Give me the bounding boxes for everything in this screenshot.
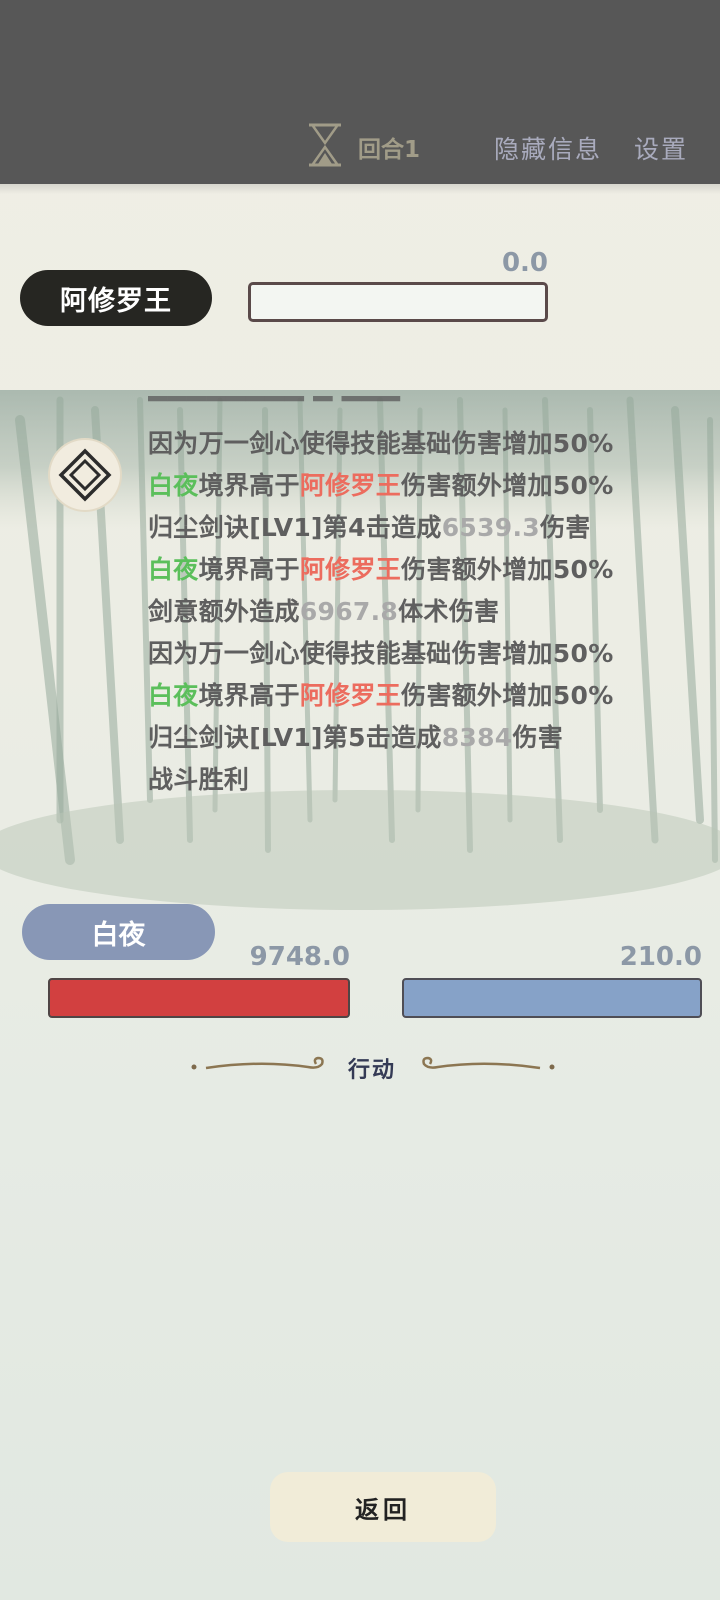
log-text: 白夜 xyxy=(148,471,199,500)
log-text: 伤害额外增加50% xyxy=(401,555,614,584)
log-line: 白夜境界高于阿修罗王伤害额外增加50% xyxy=(148,466,614,508)
player-name-tag: 白夜 xyxy=(22,904,215,960)
diamond-skill-icon[interactable] xyxy=(50,440,120,510)
log-text: 伤害 xyxy=(512,723,564,752)
log-text: 境界高于 xyxy=(198,555,300,584)
log-line: 战斗胜利 xyxy=(148,760,249,802)
log-line: 白夜境界高于阿修罗王伤害额外增加50% xyxy=(148,676,614,718)
log-text: 8384 xyxy=(441,723,513,752)
battle-log: ▇▇▇▇▇▇▇▇ ▇ ▇▇▇ 因为万一剑心使得技能基础伤害增加50% 白夜境界高… xyxy=(148,396,708,802)
log-text: 因为万一剑心使得技能基础伤害增加50% xyxy=(148,639,614,668)
log-text: 归尘剑诀[LV1]第5击造成 xyxy=(148,723,442,752)
hide-info-button[interactable]: 隐藏信息 xyxy=(494,130,602,166)
hp-value: 9748.0 xyxy=(249,942,350,972)
log-text: 伤害额外增加50% xyxy=(401,471,614,500)
log-line: 因为万一剑心使得技能基础伤害增加50% xyxy=(148,424,614,466)
topbar-shadow xyxy=(0,184,720,194)
log-line-clipped: ▇▇▇▇▇▇▇▇ ▇ ▇▇▇ xyxy=(148,396,400,414)
enemy-bar xyxy=(248,282,548,322)
mp-value: 210.0 xyxy=(619,942,702,972)
hp-bar xyxy=(48,978,350,1018)
log-text: 阿修罗王 xyxy=(299,681,402,710)
hourglass-icon xyxy=(309,123,341,167)
log-line: 因为万一剑心使得技能基础伤害增加50% xyxy=(148,634,614,676)
log-text: 阿修罗王 xyxy=(299,471,402,500)
log-text: 境界高于 xyxy=(198,681,300,710)
log-text: 体术伤害 xyxy=(398,597,500,626)
back-button[interactable]: 返回 xyxy=(270,1472,496,1542)
log-text: 白夜 xyxy=(148,681,199,710)
log-line: 白夜境界高于阿修罗王伤害额外增加50% xyxy=(148,550,614,592)
log-text: 伤害 xyxy=(539,513,591,542)
mp-bar xyxy=(402,978,702,1018)
log-line: 剑意额外造成6967.8体术伤害 xyxy=(148,592,499,634)
round-label: 回合1 xyxy=(358,137,421,163)
log-text: 剑意额外造成 xyxy=(148,597,300,626)
top-bar: 回合1 隐藏信息 设置 xyxy=(0,0,720,184)
action-label: 行动 xyxy=(347,1057,396,1083)
log-text: 阿修罗王 xyxy=(299,555,402,584)
log-text: 6539.3 xyxy=(441,513,540,542)
log-text: 战斗胜利 xyxy=(148,765,250,794)
log-text: 6967.8 xyxy=(299,597,399,626)
log-text: 因为万一剑心使得技能基础伤害增加50% xyxy=(148,429,614,458)
log-text: 白夜 xyxy=(148,555,199,584)
log-line: 归尘剑诀[LV1]第5击造成8384伤害 xyxy=(148,718,563,760)
log-text: 境界高于 xyxy=(198,471,300,500)
settings-button[interactable]: 设置 xyxy=(634,130,688,166)
log-text: 归尘剑诀[LV1]第4击造成 xyxy=(148,513,442,542)
enemy-name-tag: 阿修罗王 xyxy=(20,270,212,326)
log-text: 伤害额外增加50% xyxy=(401,681,614,710)
enemy-value: 0.0 xyxy=(501,248,548,278)
log-line: 归尘剑诀[LV1]第4击造成6539.3伤害 xyxy=(148,508,591,550)
